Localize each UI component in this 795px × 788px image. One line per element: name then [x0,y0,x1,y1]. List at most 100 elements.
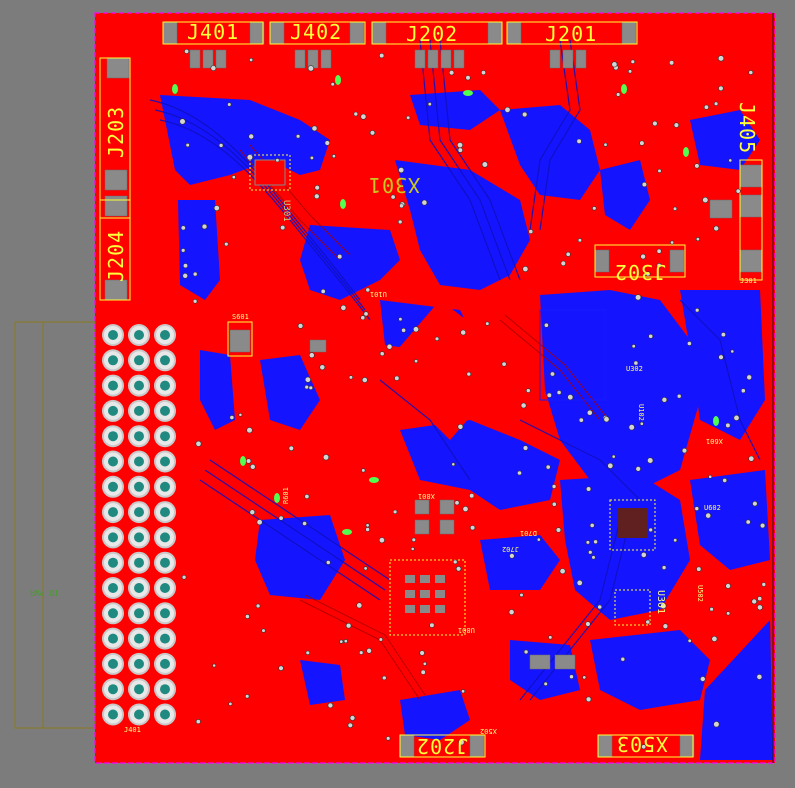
via [748,455,755,462]
label-j201: J201 [545,22,598,46]
header-pin [154,703,176,726]
via [576,138,582,144]
label-j203: J203 [104,105,128,158]
via [411,537,416,542]
via [308,385,313,390]
header-pin [102,577,124,599]
via [485,321,490,326]
label-j401: J401 [187,20,240,44]
via [560,260,566,267]
via [555,527,562,533]
via [363,566,368,571]
via [244,614,250,619]
via [249,509,256,516]
via [640,552,647,558]
via [181,248,186,253]
ref-u302: U302 [626,365,643,373]
via [231,175,236,180]
via [756,674,763,680]
via [728,158,733,163]
via [185,143,190,148]
via [522,265,529,272]
via [657,168,662,173]
ref-u102: U102 [637,404,645,421]
via [752,501,758,507]
header-pin [128,324,150,346]
via [589,523,595,528]
header-pin [102,678,124,701]
via [641,181,648,188]
via [687,341,692,346]
via [365,523,370,528]
via [451,462,456,467]
via [401,327,406,333]
via [229,415,235,420]
label-j202-bottom: J202 [416,734,469,758]
via [627,69,633,74]
via [369,130,376,136]
via [361,468,366,473]
via [509,553,515,559]
via [588,550,593,555]
via [256,519,263,526]
header-pin [128,652,150,675]
via [192,271,198,277]
header-pin [128,425,150,448]
via [280,225,286,231]
via [360,113,367,120]
via [245,694,250,699]
via [681,447,688,454]
via [722,477,728,483]
via [586,409,593,416]
via [578,417,584,423]
header-pin [102,374,124,397]
via [365,527,370,532]
ref-u301b: U301 [281,200,291,222]
via [419,650,425,656]
header-pin [102,652,124,675]
via [585,486,592,492]
header-pin [102,349,124,372]
via [696,566,702,572]
label-j202-top: J202 [406,22,459,46]
via [745,519,751,525]
via [278,515,284,521]
via [504,106,511,113]
via [343,639,348,644]
via [278,665,284,671]
via [213,205,220,212]
header-pin [128,602,150,625]
via [751,598,758,605]
via [429,622,435,628]
via [647,457,654,464]
via [386,736,391,741]
via [652,120,658,127]
via [702,196,709,204]
ref-u301: U301 [655,590,666,615]
via [759,522,766,529]
via [676,393,682,399]
via [528,229,534,234]
via [246,427,253,434]
via [366,647,372,654]
via [757,604,763,611]
ref-r601: R601 [282,487,290,504]
via [576,579,583,586]
via [556,390,562,395]
header-pin [154,551,176,574]
via [412,326,419,333]
via [668,60,675,66]
header-pin [154,602,176,625]
header-pin [154,475,176,498]
via [757,596,763,602]
via [311,125,318,132]
via [761,582,767,587]
via [577,238,583,243]
via [181,574,187,580]
ref-u101: U101 [370,290,387,298]
header-pin [102,703,124,726]
via [705,512,712,519]
ref-j401-small: J401 [124,726,141,734]
via [713,225,720,232]
header-pin [128,551,150,574]
